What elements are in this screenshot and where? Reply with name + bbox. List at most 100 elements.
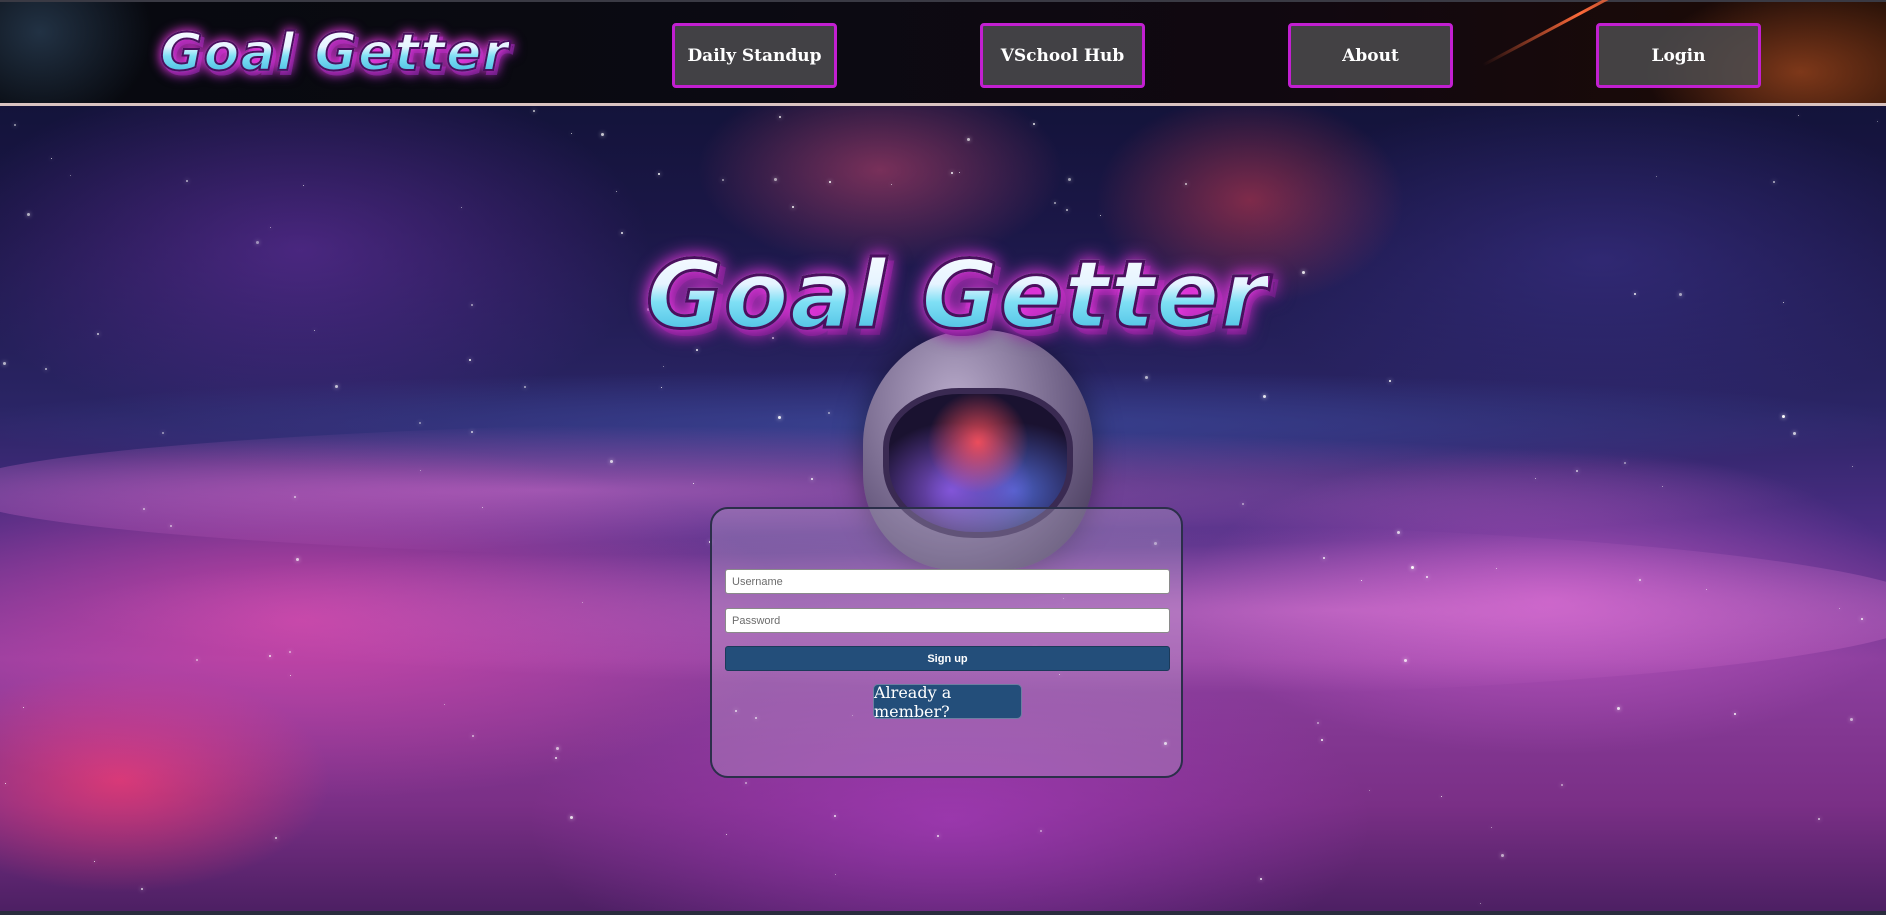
- star: [1501, 854, 1504, 857]
- star: [1850, 718, 1853, 721]
- star: [661, 387, 662, 388]
- star: [937, 835, 939, 837]
- star: [1369, 790, 1370, 791]
- star: [1480, 903, 1481, 904]
- star: [1242, 503, 1244, 505]
- star: [1145, 376, 1148, 379]
- star: [162, 432, 164, 434]
- star: [1576, 470, 1578, 472]
- nav-about-button[interactable]: About: [1288, 23, 1453, 88]
- star: [270, 227, 271, 228]
- star: [1321, 739, 1323, 741]
- nav-logo[interactable]: Goal Getter: [159, 22, 509, 84]
- star: [1302, 271, 1305, 274]
- star: [959, 172, 960, 173]
- star: [1426, 576, 1428, 578]
- star: [1852, 466, 1853, 467]
- nav-vschool-hub-button[interactable]: VSchool Hub: [980, 23, 1145, 88]
- star: [792, 206, 794, 208]
- star: [1441, 796, 1442, 797]
- star: [1491, 827, 1492, 828]
- star: [314, 330, 315, 331]
- star: [482, 507, 483, 508]
- star: [891, 184, 892, 185]
- star: [170, 525, 172, 527]
- star: [469, 359, 471, 361]
- star: [1662, 486, 1663, 487]
- star: [967, 138, 970, 141]
- star: [726, 834, 727, 835]
- star: [556, 747, 559, 750]
- star: [275, 837, 277, 839]
- star: [1617, 707, 1620, 710]
- star: [1773, 181, 1775, 183]
- star: [289, 651, 291, 653]
- star: [601, 133, 604, 136]
- star: [1561, 784, 1563, 786]
- star: [663, 366, 664, 367]
- star: [828, 412, 830, 414]
- star: [616, 191, 617, 192]
- password-input[interactable]: [725, 608, 1170, 633]
- star: [1624, 462, 1626, 464]
- star: [1033, 123, 1035, 125]
- star: [610, 460, 613, 463]
- star: [1066, 209, 1068, 211]
- star: [524, 386, 526, 388]
- star: [14, 124, 16, 126]
- star: [835, 874, 836, 875]
- star: [1404, 659, 1407, 662]
- star: [1040, 830, 1042, 832]
- star: [3, 362, 6, 365]
- star: [1496, 568, 1497, 569]
- star: [1068, 178, 1071, 181]
- star: [196, 659, 198, 661]
- star: [1100, 215, 1101, 216]
- star: [745, 782, 747, 784]
- page-bottom-border: [0, 911, 1886, 915]
- star: [335, 385, 338, 388]
- star: [1634, 293, 1636, 295]
- star: [1639, 579, 1641, 581]
- nav-login-button[interactable]: Login: [1596, 23, 1761, 88]
- star: [658, 173, 660, 175]
- star: [1054, 202, 1056, 204]
- star: [5, 783, 6, 784]
- star: [294, 496, 296, 498]
- star: [471, 304, 473, 306]
- star: [141, 888, 143, 890]
- star: [303, 185, 304, 186]
- star: [1411, 566, 1414, 569]
- star: [1861, 618, 1863, 620]
- star: [143, 508, 145, 510]
- star: [1317, 722, 1319, 724]
- star: [1706, 589, 1707, 590]
- navbar: Goal Getter Daily Standup VSchool Hub Ab…: [0, 0, 1886, 106]
- star: [1263, 395, 1266, 398]
- star: [70, 175, 71, 176]
- star: [1185, 183, 1187, 185]
- star: [296, 558, 299, 561]
- signup-button[interactable]: Sign up: [725, 646, 1170, 671]
- star: [1798, 115, 1799, 116]
- star: [774, 178, 777, 181]
- username-input[interactable]: [725, 569, 1170, 594]
- already-member-button[interactable]: Already a member?: [873, 683, 1022, 721]
- star: [1389, 380, 1391, 382]
- star: [444, 704, 445, 705]
- star: [834, 815, 836, 817]
- star: [461, 207, 462, 208]
- star: [1734, 713, 1736, 715]
- star: [1656, 176, 1657, 177]
- star: [811, 478, 813, 480]
- star: [693, 483, 694, 484]
- star: [555, 757, 557, 759]
- nav-daily-standup-button[interactable]: Daily Standup: [672, 23, 837, 88]
- star: [420, 470, 421, 471]
- star: [269, 655, 271, 657]
- star: [256, 241, 259, 244]
- star: [1783, 302, 1784, 303]
- star: [290, 675, 291, 676]
- star: [1877, 121, 1878, 122]
- star: [419, 422, 421, 424]
